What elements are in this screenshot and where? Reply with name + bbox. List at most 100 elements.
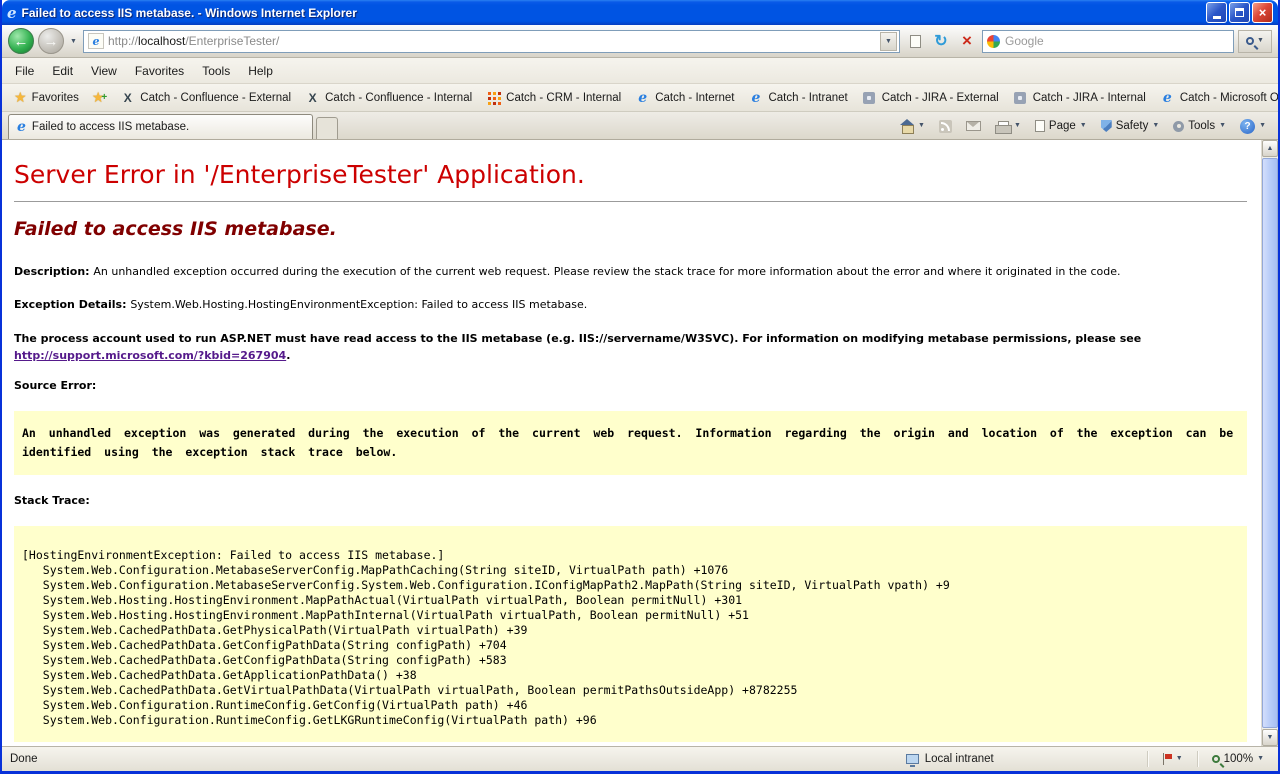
favorites-button[interactable]: ★ Favorites <box>8 88 85 107</box>
ie-page-icon: e <box>92 36 99 47</box>
address-bar[interactable]: e http://localhost/EnterpriseTester/ ▼ <box>83 30 900 53</box>
print-button[interactable]: ▼ <box>989 117 1027 136</box>
page-menu-button[interactable]: Page▼ <box>1029 116 1093 136</box>
forward-button[interactable]: → <box>38 28 64 54</box>
gear-icon <box>1173 121 1184 132</box>
kb-article-link[interactable]: http://support.microsoft.com/?kbid=26790… <box>14 349 286 362</box>
menu-edit[interactable]: Edit <box>43 60 82 82</box>
stack-trace-label: Stack Trace: <box>14 494 90 507</box>
metabase-note-text: The process account used to run ASP.NET … <box>14 332 1141 345</box>
ie-favicon: e <box>1160 90 1175 105</box>
favorites-link-jira-external[interactable]: Catch - JIRA - External <box>856 87 1005 108</box>
printer-icon <box>995 121 1010 132</box>
favorites-link-intranet[interactable]: e Catch - Intranet <box>742 87 853 108</box>
minimize-icon <box>1213 16 1221 19</box>
browser-viewport: Server Error in '/EnterpriseTester' Appl… <box>2 140 1278 746</box>
address-input[interactable]: http://localhost/EnterpriseTester/ <box>108 34 876 48</box>
search-button[interactable]: ▼ <box>1238 30 1272 53</box>
confluence-icon: X <box>305 90 320 105</box>
menu-favorites[interactable]: Favorites <box>126 60 193 82</box>
stack-trace-line: System.Web.Configuration.RuntimeConfig.G… <box>22 713 1239 728</box>
shield-icon <box>1101 120 1112 132</box>
smartscreen-button[interactable]: ▼ <box>1156 753 1189 765</box>
compatibility-view-button[interactable] <box>904 29 926 53</box>
help-button[interactable]: ?▼ <box>1234 115 1272 138</box>
add-to-favorites-bar-button[interactable]: ★+ <box>87 88 112 107</box>
divider <box>14 201 1247 202</box>
jira-icon <box>1013 90 1028 105</box>
exception-label: Exception Details: <box>14 298 130 311</box>
close-button[interactable]: × <box>1252 2 1273 23</box>
chevron-down-icon: ▼ <box>1080 121 1087 131</box>
page-icon <box>1035 120 1045 132</box>
scroll-down-button[interactable]: ▼ <box>1262 729 1278 746</box>
page-title: Server Error in '/EnterpriseTester' Appl… <box>14 160 1247 189</box>
menu-tools[interactable]: Tools <box>193 60 239 82</box>
scroll-up-button[interactable]: ▲ <box>1262 140 1278 157</box>
favorites-link-label: Catch - JIRA - External <box>882 92 999 104</box>
recent-pages-dropdown[interactable]: ▼ <box>68 38 79 45</box>
search-input[interactable]: Google <box>1005 34 1229 48</box>
scrollbar-thumb[interactable] <box>1262 158 1278 728</box>
search-dropdown-icon[interactable]: ▼ <box>1257 36 1264 46</box>
exception-paragraph: Exception Details: System.Web.Hosting.Ho… <box>14 297 1247 313</box>
ie-logo-icon: e <box>7 6 17 20</box>
back-button[interactable]: ← <box>8 28 34 54</box>
favorites-link-label: Catch - CRM - Internal <box>506 92 621 104</box>
menu-file[interactable]: File <box>6 60 43 82</box>
read-mail-button[interactable] <box>960 117 987 135</box>
favorites-link-label: Catch - Confluence - Internal <box>325 92 472 104</box>
favorites-link-internet[interactable]: eCatch - Internet <box>629 87 740 108</box>
refresh-icon: ↻ <box>934 31 947 51</box>
menu-bar: File Edit View Favorites Tools Help <box>2 58 1278 84</box>
vertical-scrollbar[interactable]: ▲ ▼ <box>1261 140 1278 746</box>
favorites-link-confluence-external[interactable]: XCatch - Confluence - External <box>114 87 297 108</box>
statusbar-separator <box>1197 751 1198 767</box>
favorites-link-label: Catch - Internet <box>655 92 734 104</box>
feeds-button[interactable] <box>933 116 958 137</box>
favorites-link-label: Catch - Microsoft Outlook W... <box>1180 92 1278 104</box>
ie-favicon: e <box>748 90 763 105</box>
stack-trace-line: System.Web.CachedPathData.GetVirtualPath… <box>22 683 1239 698</box>
zoom-control[interactable]: 100% ▼ <box>1206 753 1270 765</box>
favorites-link-label: Catch - Intranet <box>768 92 847 104</box>
favorites-link-confluence-internal[interactable]: X Catch - Confluence - Internal <box>299 87 478 108</box>
menu-help[interactable]: Help <box>239 60 282 82</box>
address-dropdown[interactable]: ▼ <box>880 32 897 51</box>
safety-menu-label: Safety <box>1116 120 1149 132</box>
stop-button[interactable]: × <box>956 29 978 53</box>
new-tab-button[interactable] <box>316 117 338 139</box>
window-title: Failed to access IIS metabase. - Windows… <box>22 6 1201 20</box>
local-intranet-icon <box>906 754 919 764</box>
zone-label: Local intranet <box>925 753 994 765</box>
title-bar[interactable]: e Failed to access IIS metabase. - Windo… <box>2 0 1278 25</box>
status-text: Done <box>10 753 898 765</box>
tab-favicon: e <box>17 120 26 134</box>
stop-icon: × <box>962 31 972 51</box>
chevron-down-icon: ▼ <box>1014 121 1021 131</box>
browser-window: e Failed to access IIS metabase. - Windo… <box>0 0 1280 774</box>
favorites-link-crm-internal[interactable]: Catch - CRM - Internal <box>480 87 627 108</box>
source-error-box: An unhandled exception was generated dur… <box>14 411 1247 475</box>
refresh-button[interactable]: ↻ <box>930 29 952 53</box>
zoom-level: 100% <box>1224 753 1253 765</box>
mail-icon <box>966 121 981 131</box>
description-label: Description: <box>14 265 93 278</box>
security-zone[interactable]: Local intranet <box>906 753 1071 765</box>
home-button[interactable]: ▼ <box>894 116 931 136</box>
menu-view[interactable]: View <box>82 60 126 82</box>
error-page: Server Error in '/EnterpriseTester' Appl… <box>2 140 1261 746</box>
maximize-button[interactable] <box>1229 2 1250 23</box>
search-box[interactable]: Google <box>982 30 1234 53</box>
address-scheme: http:// <box>108 34 138 48</box>
favorites-link-jira-internal[interactable]: Catch - JIRA - Internal <box>1007 87 1152 108</box>
statusbar-separator <box>1147 751 1148 767</box>
tab-active[interactable]: e Failed to access IIS metabase. <box>8 114 313 139</box>
chevron-down-icon: ▼ <box>1219 121 1226 131</box>
safety-menu-button[interactable]: Safety▼ <box>1095 116 1166 136</box>
google-icon <box>987 35 1000 48</box>
favorites-link-outlook-web[interactable]: e Catch - Microsoft Outlook W... <box>1154 87 1278 108</box>
tools-menu-button[interactable]: Tools▼ <box>1167 116 1232 136</box>
minimize-button[interactable] <box>1206 2 1227 23</box>
chevron-down-icon: ▼ <box>918 121 925 131</box>
